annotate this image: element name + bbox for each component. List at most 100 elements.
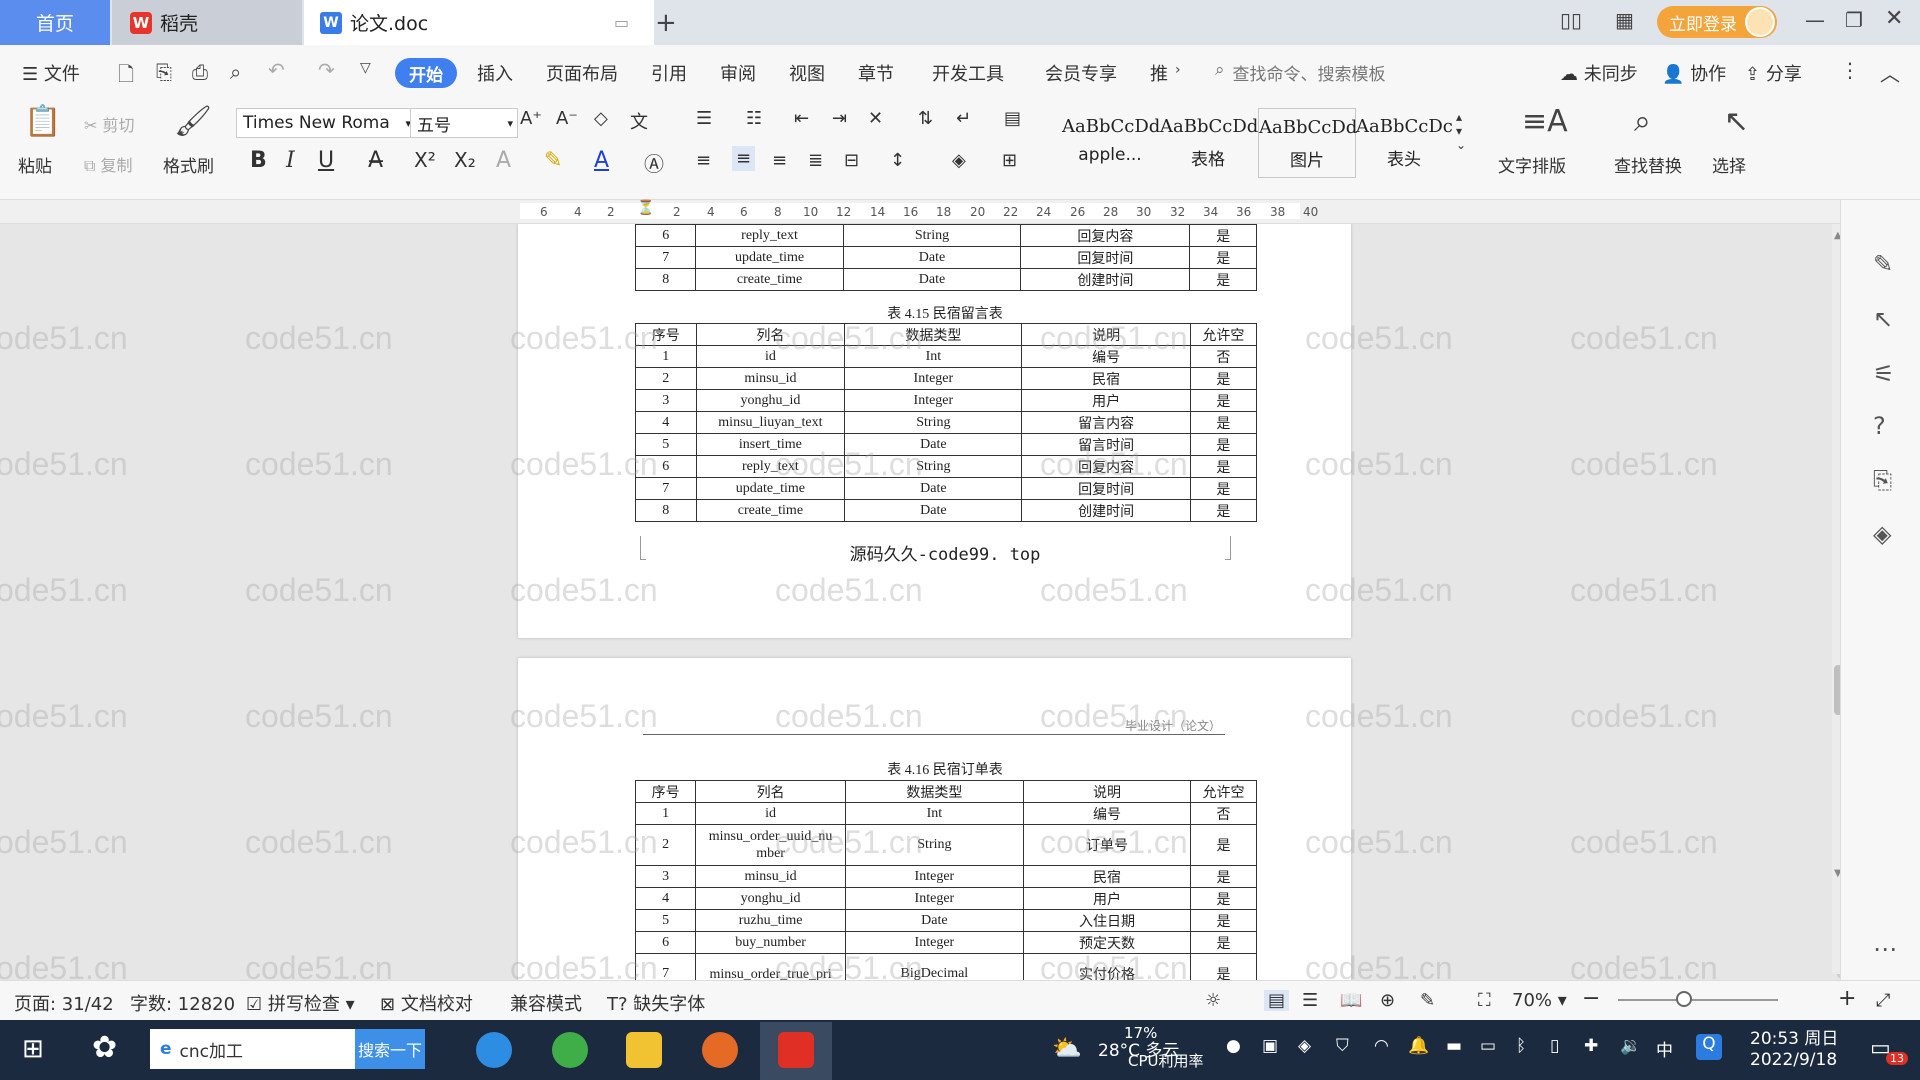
sync-button[interactable]: ☁ 未同步 — [1560, 60, 1638, 86]
cut-button[interactable]: ✂ 剪切 — [84, 112, 135, 136]
eye-protect-icon[interactable]: ☼ — [1205, 990, 1221, 1011]
menu-start[interactable]: 开始 — [395, 58, 457, 88]
format-painter-button[interactable]: 格式刷 — [163, 152, 214, 177]
taskbar-search[interactable]: e cnc加工 — [150, 1029, 355, 1069]
zoom-select[interactable]: 70% ▾ — [1512, 990, 1567, 1011]
find-icon[interactable]: ⌕ — [1634, 104, 1651, 139]
font-name-select[interactable]: Times New Roma ▾ — [236, 108, 416, 138]
decrease-indent-icon[interactable]: ⇤ — [794, 108, 809, 129]
borders-icon[interactable]: ⊞ — [1002, 150, 1017, 171]
distribute-icon[interactable]: ⊟ — [844, 150, 859, 171]
undo-icon[interactable]: ↶ — [268, 58, 285, 82]
web-view-icon[interactable]: ⊕ — [1380, 990, 1395, 1011]
wifi-icon[interactable]: ◠ — [1374, 1036, 1389, 1056]
ie-browser-icon[interactable] — [476, 1032, 512, 1068]
missing-font-button[interactable]: T? 缺失字体 — [607, 990, 705, 1016]
menu-references[interactable]: 引用 — [651, 60, 687, 86]
align-center-icon[interactable]: ≡ — [732, 146, 756, 171]
paste-icon[interactable]: 📋 — [24, 104, 61, 139]
weather-icon[interactable]: ⛅ — [1052, 1034, 1082, 1062]
tray-app-icon[interactable]: ▬ — [1446, 1036, 1462, 1056]
bluetooth-icon[interactable]: ᛒ — [1516, 1036, 1526, 1056]
clock-date[interactable]: 2022/9/18 — [1750, 1050, 1837, 1070]
highlight-icon[interactable]: ✎ — [544, 148, 562, 173]
save-icon[interactable]: 🗋 — [118, 60, 134, 94]
more-options-icon[interactable]: ⋮ — [1840, 58, 1860, 82]
format-painter-icon[interactable]: 🖌 — [174, 104, 212, 139]
game-app-icon[interactable] — [702, 1032, 738, 1068]
windows-start-icon[interactable]: ⊞ — [22, 1034, 44, 1064]
security-shield-icon[interactable]: ⛉ — [1336, 1036, 1349, 1056]
table-4-16[interactable]: 序号 列名 数据类型 说明 允许空 1 id Int 编号否 2 minsu_order_uuid_… — [634, 780, 1257, 980]
styles-scroll-icon[interactable]: ▴ ▾ ⌄ — [1456, 110, 1466, 152]
more-dots-icon[interactable]: ⋯ — [1873, 935, 1897, 963]
text-effect-icon[interactable]: A — [496, 148, 511, 173]
notification-bell-icon[interactable]: 🔔 — [1408, 1036, 1429, 1056]
tab-daoke[interactable]: W 稻壳 — [112, 0, 302, 45]
volume-icon[interactable]: 🔉 — [1620, 1036, 1641, 1056]
sort-icon[interactable]: ⇅ — [918, 108, 933, 129]
align-right-icon[interactable]: ≡ — [772, 150, 787, 171]
quick-access-dropdown-icon[interactable]: ▽ — [360, 60, 371, 76]
plugin-icon[interactable]: ◈ — [1873, 520, 1891, 548]
help-icon[interactable]: ? — [1873, 412, 1886, 440]
style-header[interactable]: AaBbCcDc 表头 — [1356, 108, 1453, 176]
text-layout-button[interactable]: 文字排版 — [1498, 152, 1566, 177]
zoom-in-icon[interactable]: + — [1838, 986, 1856, 1011]
select-cursor-icon[interactable]: ↖ — [1724, 104, 1749, 139]
spell-check-button[interactable]: ☑ 拼写检查 ▾ — [246, 990, 355, 1016]
read-view-icon[interactable]: 📖 — [1340, 990, 1362, 1011]
document-workspace[interactable]: 6 reply_text String 回复内容是 7 update_time Date 回复… — [0, 224, 1840, 980]
clear-format-icon[interactable]: ◇ — [594, 108, 608, 129]
menu-page-layout[interactable]: 页面布局 — [546, 60, 618, 86]
show-marks-icon[interactable]: ↵ — [956, 108, 971, 129]
command-search[interactable]: ⌕ 查找命令、搜索模板 — [1215, 60, 1386, 85]
outline-view-icon[interactable]: ☰ — [1302, 990, 1318, 1011]
new-tab-plus-icon[interactable]: + — [655, 8, 677, 38]
ime-indicator[interactable]: 中 — [1656, 1036, 1673, 1061]
backup-icon[interactable]: ⎘ — [1873, 466, 1892, 494]
font-size-select[interactable]: 五号 ▾ — [410, 108, 518, 138]
tray-app-icon[interactable]: ▣ — [1262, 1036, 1278, 1056]
subscript-icon[interactable]: X₂ — [454, 148, 476, 172]
battery-icon[interactable]: ▭ — [1480, 1036, 1496, 1056]
minimize-icon[interactable]: — — [1805, 8, 1825, 32]
align-left-icon[interactable]: ≡ — [696, 150, 711, 171]
taskbar-search-button[interactable]: 搜索一下 — [355, 1029, 425, 1069]
menu-member[interactable]: 会员专享 — [1045, 60, 1117, 86]
menu-developer[interactable]: 开发工具 — [932, 60, 1004, 86]
login-button[interactable]: 立即登录 — [1657, 6, 1777, 38]
increase-font-icon[interactable]: A⁺ — [520, 108, 542, 129]
page-view-icon[interactable]: ▤ — [1264, 990, 1290, 1011]
menu-recommend[interactable]: 推 — [1150, 60, 1168, 86]
print-preview-icon[interactable]: ⌕ — [230, 60, 241, 84]
find-replace-button[interactable]: 查找替换 — [1614, 152, 1682, 177]
usb-icon[interactable]: ▯ — [1550, 1036, 1559, 1056]
menu-review[interactable]: 审阅 — [720, 60, 756, 86]
fullscreen-icon[interactable]: ⤢ — [1876, 990, 1890, 1011]
print-icon[interactable]: ⎙ — [192, 60, 208, 84]
fit-page-icon[interactable]: ⛶ — [1478, 990, 1491, 1011]
ruler-icon[interactable]: ▤ — [1004, 108, 1021, 129]
page-count[interactable]: 页面: 31/42 — [14, 990, 114, 1016]
menu-insert[interactable]: 插入 — [477, 60, 513, 86]
collapse-ribbon-icon[interactable]: ︿ — [1880, 58, 1900, 87]
menu-more-chevron-icon[interactable]: › — [1175, 62, 1181, 78]
screen-icon[interactable]: ▭ — [614, 13, 629, 32]
bold-icon[interactable]: B — [250, 148, 267, 173]
clock-time[interactable]: 20:53 周日 — [1750, 1024, 1838, 1049]
zoom-slider[interactable] — [1618, 999, 1778, 1001]
paste-button[interactable]: 粘贴 — [18, 152, 52, 177]
style-apple[interactable]: AaBbCcDd apple... — [1062, 108, 1160, 176]
table-4-14-tail[interactable]: 6 reply_text String 回复内容是 7 update_time Date 回复… — [634, 224, 1257, 291]
write-mode-icon[interactable]: ✎ — [1420, 990, 1435, 1011]
style-image[interactable]: AaBbCcDd 图片 — [1258, 108, 1357, 178]
select-button[interactable]: 选择 — [1712, 152, 1746, 177]
underline-icon[interactable]: U — [318, 148, 334, 173]
menu-chapter[interactable]: 章节 — [858, 60, 894, 86]
tray-app-icon[interactable]: ✚ — [1584, 1036, 1598, 1056]
zoom-slider-handle[interactable] — [1676, 991, 1692, 1007]
export-pdf-icon[interactable]: ⎘ — [156, 60, 172, 84]
text-layout-icon[interactable]: ≡A — [1522, 104, 1568, 139]
tab-document[interactable]: W 论文.doc ▭ — [304, 0, 654, 45]
